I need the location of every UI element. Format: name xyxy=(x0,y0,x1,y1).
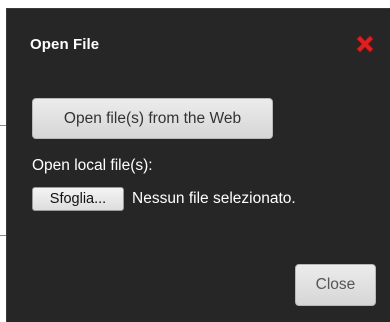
open-local-label: Open local file(s): xyxy=(32,157,153,174)
close-button[interactable]: Close xyxy=(295,264,376,306)
close-x-icon[interactable] xyxy=(354,33,376,55)
dialog-title: Open File xyxy=(30,36,100,53)
screen: Open File Open file(s) from the Web Open… xyxy=(0,0,390,322)
no-file-selected-text: Nessun file selezionato. xyxy=(132,190,296,207)
open-from-web-button[interactable]: Open file(s) from the Web xyxy=(32,98,273,139)
browse-file-button[interactable]: Sfoglia... xyxy=(32,187,124,211)
